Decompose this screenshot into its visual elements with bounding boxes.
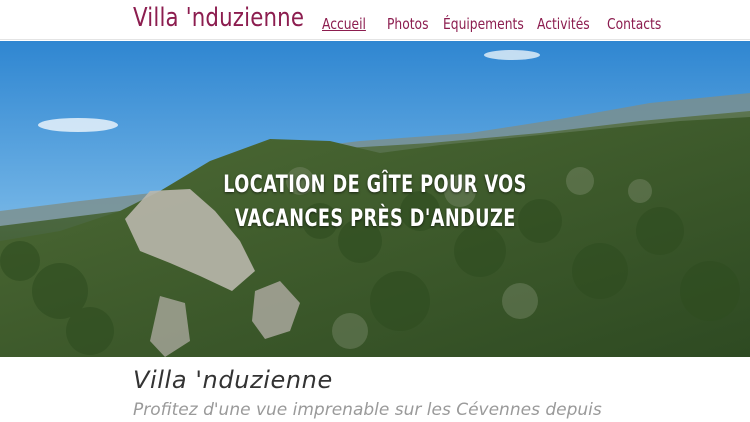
intro-section: Villa 'nduzienne Profitez d'une vue impr… — [133, 366, 733, 420]
site-header: Villa 'nduzienne Accueil Photos Équipeme… — [0, 0, 750, 40]
site-title-link[interactable]: Villa 'nduzienne — [133, 3, 304, 33]
nav-equipements[interactable]: Équipements — [443, 15, 524, 33]
nav-activites[interactable]: Activités — [537, 15, 590, 33]
intro-title: Villa 'nduzienne — [133, 366, 333, 394]
main-nav: Accueil Photos Équipements Activités Con… — [322, 15, 677, 33]
hero-title: LOCATION DE GÎTE POUR VOS VACANCES PRÈS … — [0, 167, 750, 235]
intro-subtitle: Profitez d'une vue imprenable sur les Cé… — [133, 400, 602, 420]
nav-accueil[interactable]: Accueil — [322, 15, 367, 33]
nav-contacts[interactable]: Contacts — [607, 15, 661, 33]
nav-photos[interactable]: Photos — [387, 15, 428, 33]
hero-title-line2: VACANCES PRÈS D'ANDUZE — [234, 204, 516, 232]
hero-banner: LOCATION DE GÎTE POUR VOS VACANCES PRÈS … — [0, 41, 750, 357]
hero-title-line1: LOCATION DE GÎTE POUR VOS — [223, 170, 527, 198]
